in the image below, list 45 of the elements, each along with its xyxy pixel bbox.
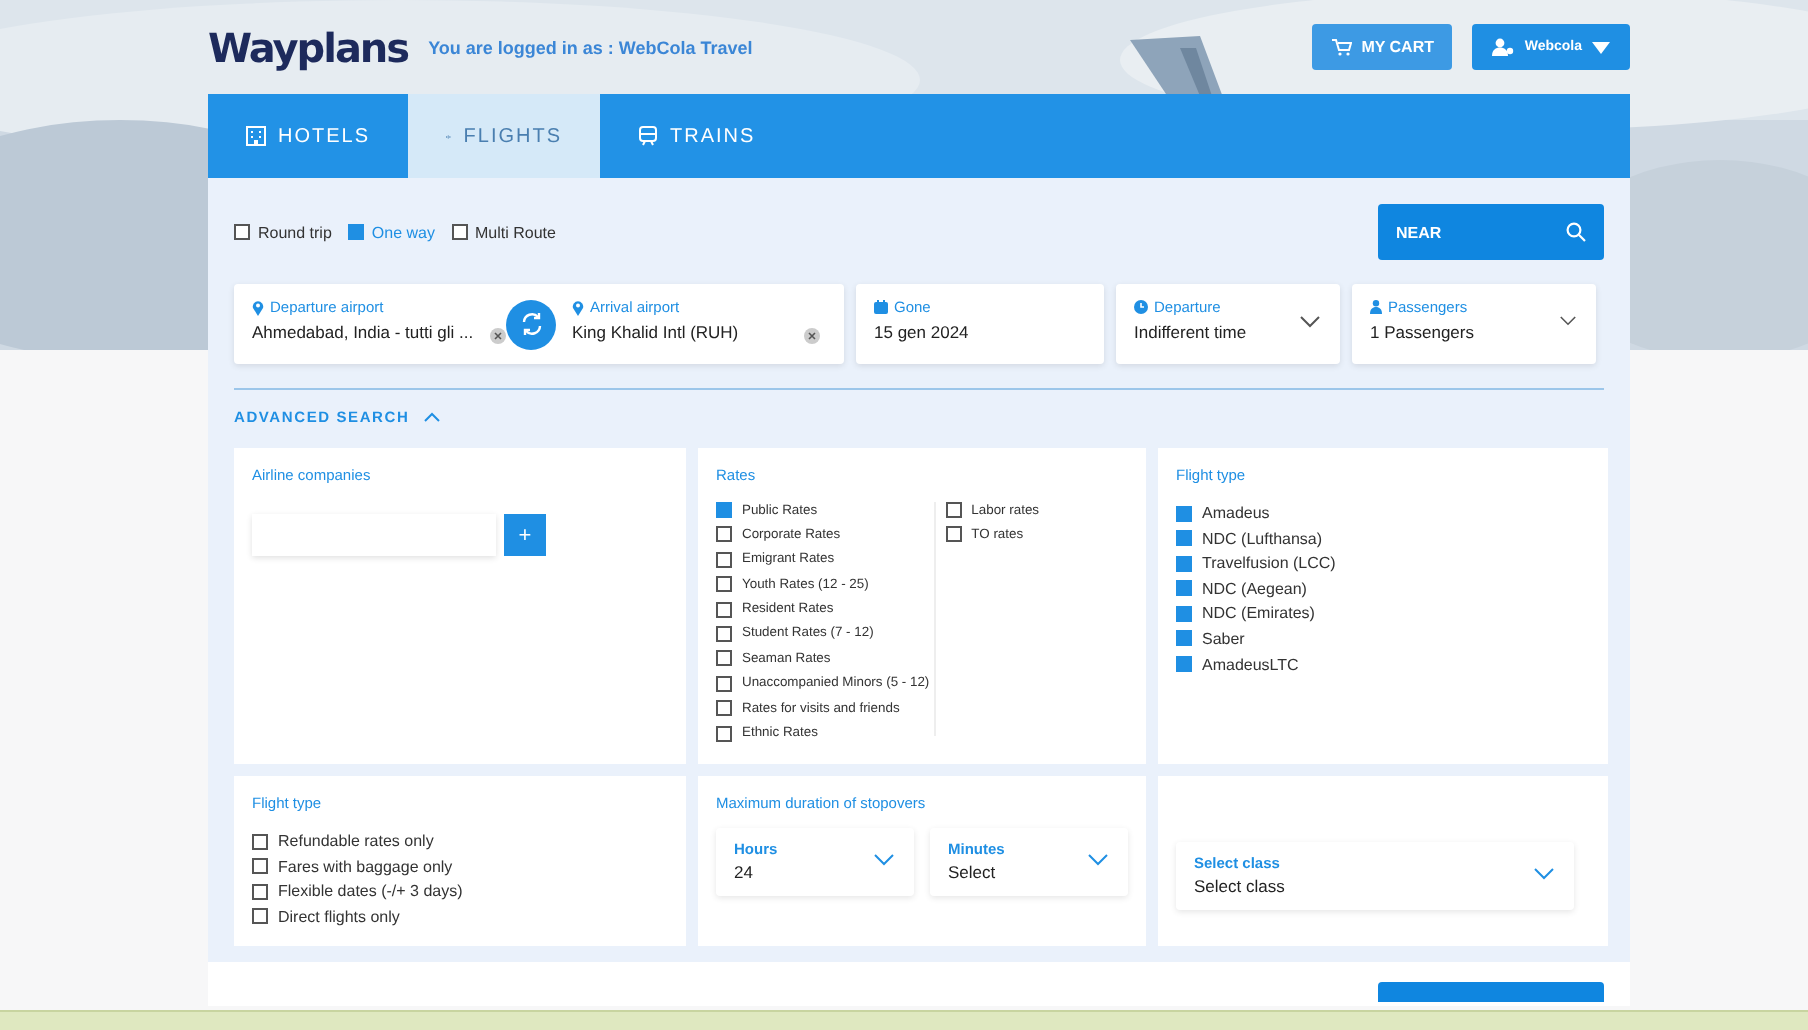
swap-button[interactable]	[506, 299, 556, 349]
trip-type-option[interactable]: Round trip	[234, 223, 332, 241]
clock-icon	[1134, 300, 1148, 314]
chevron-down-icon	[1560, 316, 1576, 326]
field-value: 1 Passengers	[1370, 322, 1474, 342]
cart-icon	[1331, 38, 1352, 56]
hotel-icon	[246, 126, 266, 146]
field-value: King Khalid Intl (RUH)	[572, 322, 739, 342]
field-value: Select	[948, 862, 996, 882]
chevron-down-icon	[1088, 854, 1108, 866]
logo[interactable]: Wayplans	[208, 23, 409, 71]
field-value: Ahmedabad, India - tutti gli ...	[252, 322, 474, 342]
field-value: 15 gen 2024	[874, 322, 969, 342]
user-icon	[1492, 38, 1515, 56]
checkbox-option[interactable]: AmadeusLTC	[1176, 655, 1590, 674]
search-icon	[1566, 222, 1586, 242]
swap-icon	[519, 312, 543, 336]
caret-icon	[1592, 41, 1610, 53]
checkbox-option[interactable]: Flexible dates (-/+ 3 days)	[252, 882, 668, 901]
pin-icon	[252, 299, 264, 315]
chevron-down-icon	[1300, 316, 1320, 328]
checkbox-option[interactable]: Refundable rates only	[252, 832, 668, 850]
login-status-text: You are logged in as : WebCola Travel	[428, 37, 753, 57]
chevron-up-icon	[423, 412, 440, 422]
checkbox-option[interactable]: NDC (Aegean)	[1176, 579, 1590, 598]
checkbox-option[interactable]: Fares with baggage only	[252, 857, 668, 876]
search-button[interactable]: NEAR	[1378, 204, 1604, 260]
pin-icon	[572, 299, 584, 315]
checkbox-option[interactable]: Travelfusion (LCC)	[1176, 554, 1590, 573]
person-icon	[1370, 300, 1382, 314]
field-value: Indifferent time	[1134, 322, 1247, 342]
field-value: 24	[734, 862, 753, 882]
chevron-down-icon	[1534, 868, 1554, 880]
chevron-down-icon	[874, 854, 894, 866]
trip-type-option[interactable]: Multi Route	[451, 223, 556, 241]
checkbox-option[interactable]: Saber	[1176, 629, 1590, 648]
field-value: Select class	[1194, 876, 1285, 896]
clear-icon[interactable]	[490, 328, 506, 344]
checkbox-option[interactable]: Amadeus	[1176, 504, 1590, 522]
checkbox-option[interactable]: NDC (Emirates)	[1176, 604, 1590, 623]
checkbox-option[interactable]: Direct flights only	[252, 907, 668, 926]
clear-icon[interactable]	[804, 328, 820, 344]
checkbox-option[interactable]: NDC (Lufthansa)	[1176, 529, 1590, 548]
calendar-icon	[874, 300, 888, 314]
train-icon	[638, 126, 659, 146]
